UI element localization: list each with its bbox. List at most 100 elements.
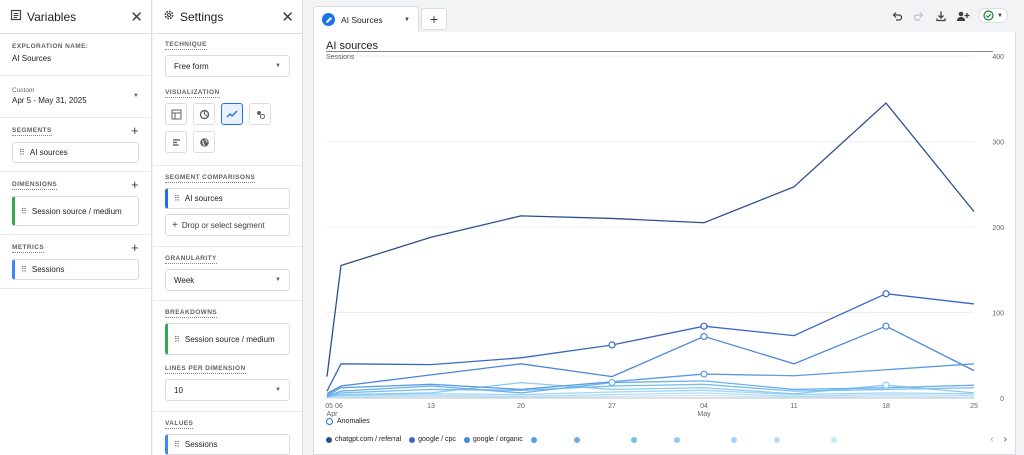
bar-icon[interactable] — [165, 131, 187, 153]
metrics-section: METRICS + ⠿ Sessions — [0, 235, 151, 289]
pencil-icon[interactable] — [322, 13, 335, 26]
segment-chip[interactable]: ⠿ AI sources — [12, 142, 139, 163]
plus-icon: + — [172, 219, 178, 231]
close-icon[interactable]: ✕ — [130, 8, 143, 26]
legend-label: google / cpc — [418, 436, 456, 443]
tab-ai-sources[interactable]: AI Sources ▼ — [313, 5, 419, 33]
dimension-chip[interactable]: ⠿ Session source / medium — [12, 196, 139, 226]
breakdown-chip[interactable]: ⠿ Session source / medium — [165, 323, 290, 355]
add-metric-icon[interactable]: + — [131, 241, 139, 254]
table-icon[interactable] — [165, 103, 187, 125]
share-icon[interactable] — [956, 9, 970, 23]
series-line — [326, 325, 975, 395]
add-segment-icon[interactable]: + — [131, 124, 139, 137]
legend-swatch — [630, 436, 637, 443]
legend-item[interactable]: google / organic — [463, 436, 523, 443]
add-dimension-icon[interactable]: + — [131, 178, 139, 191]
drag-handle-icon[interactable]: ⠿ — [174, 335, 180, 344]
granularity-section: GRANULARITY Week ▼ — [153, 246, 302, 291]
gear-icon — [163, 8, 175, 26]
date-range-section[interactable]: Custom Apr 5 - May 31, 2025 ▼ — [0, 76, 151, 118]
dimensions-section: DIMENSIONS + ⠿ Session source / medium — [0, 172, 151, 235]
donut-icon[interactable] — [193, 103, 215, 125]
line-chart[interactable]: 0 100 200 300 400 05 06 13 20 27 04 11 18 25 Apr May — [314, 32, 1017, 455]
segment-chip-label: AI sources — [29, 148, 68, 157]
legend-item[interactable]: google / cpc — [409, 436, 456, 443]
chevron-left-icon[interactable]: ‹ — [990, 434, 993, 445]
legend-item[interactable] — [673, 436, 723, 443]
y-tick-label: 200 — [992, 225, 1004, 232]
drag-handle-icon[interactable]: ⠿ — [21, 265, 27, 274]
segment-comparison-chip[interactable]: ⠿ AI sources — [165, 188, 290, 209]
date-dropdown-icon[interactable]: ▼ — [133, 93, 139, 99]
x-tick-label: 04 — [700, 403, 708, 410]
y-tick-label: 100 — [992, 311, 1004, 318]
legend-swatch — [463, 436, 470, 443]
anomalies-legend[interactable]: Anomalies — [326, 418, 370, 425]
drag-handle-icon[interactable]: ⠿ — [174, 194, 180, 203]
x-month-label: Apr — [327, 411, 339, 418]
granularity-select[interactable]: Week ▼ — [165, 269, 290, 291]
legend-label: chatgpt.com / referral — [335, 436, 402, 443]
series-line — [326, 293, 975, 392]
legend-swatch — [409, 436, 416, 443]
x-tick-label: 18 — [882, 403, 890, 410]
technique-label: TECHNIQUE — [165, 41, 207, 50]
legend-swatch — [830, 436, 837, 443]
x-tick-label: 27 — [608, 403, 616, 410]
close-icon[interactable]: ✕ — [281, 8, 294, 26]
chevron-down-icon: ▼ — [997, 12, 1003, 19]
metric-chip[interactable]: ⠿ Sessions — [12, 259, 139, 280]
x-tick-label: 20 — [517, 403, 525, 410]
app: Variables ✕ EXPLORATION NAME: AI Sources… — [0, 0, 1024, 455]
metric-axis-label: Sessions — [326, 54, 355, 61]
legend-swatch — [773, 436, 780, 443]
legend-swatch — [530, 436, 537, 443]
legend-item[interactable] — [773, 436, 823, 443]
lines-per-dimension-select[interactable]: 10 ▼ — [165, 379, 290, 401]
legend-swatch — [730, 436, 737, 443]
drag-handle-icon[interactable]: ⠿ — [19, 148, 25, 157]
exploration-canvas: AI Sources ▼ + ▼ 0 100 200 300 400 05 06 13 20 2… — [313, 0, 1024, 455]
undo-icon[interactable] — [890, 9, 904, 23]
metric-chip-label: Sessions — [31, 265, 65, 274]
drop-segment-target[interactable]: + Drop or select segment — [165, 214, 290, 236]
legend-item[interactable] — [573, 436, 623, 443]
x-tick-label: 05 06 — [325, 403, 343, 410]
download-icon[interactable] — [934, 9, 948, 23]
anomaly-marker — [882, 381, 890, 389]
drop-segment-label: Drop or select segment — [181, 220, 265, 230]
technique-select[interactable]: Free form ▼ — [165, 55, 290, 77]
drag-handle-icon[interactable]: ⠿ — [174, 440, 180, 449]
legend-item[interactable]: chatgpt.com / referral — [326, 436, 401, 443]
legend-item[interactable] — [830, 436, 866, 443]
chart-card: 0 100 200 300 400 05 06 13 20 27 04 11 18 25 Apr May A… — [313, 32, 1016, 455]
segments-label: SEGMENTS — [12, 126, 52, 136]
tab-label: AI Sources — [341, 14, 383, 25]
date-custom-label: Custom — [12, 87, 35, 94]
scatter-icon[interactable] — [249, 103, 271, 125]
geo-icon[interactable] — [193, 131, 215, 153]
redo-icon[interactable] — [912, 9, 926, 23]
legend-item[interactable] — [730, 436, 766, 443]
chevron-right-icon[interactable]: › — [1004, 434, 1007, 445]
anomaly-marker — [608, 379, 616, 387]
anomaly-marker — [700, 332, 708, 341]
line-icon[interactable] — [221, 103, 243, 125]
legend-item[interactable] — [530, 436, 566, 443]
drag-handle-icon[interactable]: ⠿ — [21, 207, 27, 216]
add-tab-button[interactable]: + — [421, 8, 447, 30]
chevron-down-icon[interactable]: ▼ — [404, 17, 410, 23]
date-range-value: Apr 5 - May 31, 2025 — [12, 96, 87, 105]
series-line — [326, 102, 975, 377]
legend-label: google / organic — [472, 436, 523, 443]
legend-item[interactable] — [630, 436, 666, 443]
technique-value: Free form — [174, 61, 209, 71]
variables-title: Variables — [27, 9, 77, 24]
exploration-name-input[interactable]: AI Sources — [12, 54, 139, 63]
variables-panel: Variables ✕ EXPLORATION NAME: AI Sources… — [0, 0, 152, 455]
check-circle-icon[interactable]: ▼ — [978, 8, 1008, 23]
legend-pagination: ‹ › — [990, 434, 1007, 445]
anomalies-label: Anomalies — [337, 418, 370, 425]
value-chip[interactable]: ⠿ Sessions — [165, 434, 290, 455]
